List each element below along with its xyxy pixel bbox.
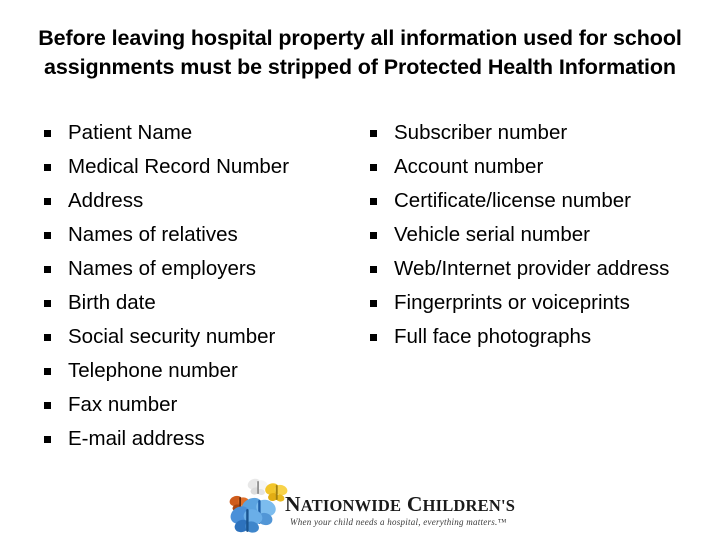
square-bullet-icon	[368, 218, 394, 252]
logo-wordmark-ationwide: ATIONWIDE	[300, 496, 402, 515]
list-item-label: Medical Record Number	[68, 155, 290, 178]
list-item-label: Certificate/license number	[394, 189, 631, 212]
list-item: Certificate/license number	[368, 184, 680, 218]
list-item-label: Social security number	[68, 325, 276, 348]
list-item: Account number	[368, 150, 680, 184]
list-item-label: Names of employers	[68, 257, 256, 280]
list-item: Social security number	[42, 320, 350, 354]
right-column: Subscriber number Account number Certifi…	[350, 116, 680, 354]
square-bullet-icon	[42, 320, 68, 354]
square-bullet-icon	[368, 150, 394, 184]
square-bullet-icon	[368, 320, 394, 354]
square-bullet-icon	[42, 388, 68, 422]
logo-wordmark: NATIONWIDE CHILDREN'S	[285, 492, 515, 517]
square-bullet-icon	[42, 252, 68, 286]
left-column: Patient Name Medical Record Number Addre…	[0, 116, 350, 456]
list-item-label: Fingerprints or voiceprints	[394, 291, 630, 314]
list-item: Birth date	[42, 286, 350, 320]
square-bullet-icon	[42, 184, 68, 218]
square-bullet-icon	[42, 218, 68, 252]
square-bullet-icon	[368, 184, 394, 218]
list-item: Fax number	[42, 388, 350, 422]
square-bullet-icon	[368, 286, 394, 320]
list-item: Address	[42, 184, 350, 218]
list-item-label: Address	[68, 189, 144, 212]
list-item-label: Account number	[394, 155, 544, 178]
list-item: Fingerprints or voiceprints	[368, 286, 680, 320]
list-item: E-mail address	[42, 422, 350, 456]
list-item-label: Fax number	[68, 393, 178, 416]
square-bullet-icon	[368, 252, 394, 286]
square-bullet-icon	[42, 286, 68, 320]
list-item-label: Telephone number	[68, 359, 238, 382]
list-item: Names of relatives	[42, 218, 350, 252]
logo-wordmark-c: C	[406, 492, 423, 516]
list-item-label: Subscriber number	[394, 121, 568, 144]
list-item-label: Names of relatives	[68, 223, 238, 246]
square-bullet-icon	[368, 116, 394, 150]
square-bullet-icon	[42, 354, 68, 388]
list-item: Telephone number	[42, 354, 350, 388]
list-item: Subscriber number	[368, 116, 680, 150]
page-title: Before leaving hospital property all inf…	[38, 26, 682, 79]
list-item-label: Birth date	[68, 291, 156, 314]
list-item-label: E-mail address	[68, 427, 205, 450]
square-bullet-icon	[42, 422, 68, 456]
logo-wordmark-hildrens: HILDREN'S	[422, 496, 516, 515]
list-item: Medical Record Number	[42, 150, 350, 184]
list-item-label: Vehicle serial number	[394, 223, 590, 246]
list-item-label: Web/Internet provider address	[394, 257, 670, 280]
slide: Before leaving hospital property all inf…	[0, 0, 720, 540]
list-item-label: Full face photographs	[394, 325, 592, 348]
content-columns: Patient Name Medical Record Number Addre…	[0, 116, 720, 456]
list-item: Vehicle serial number	[368, 218, 680, 252]
square-bullet-icon	[42, 150, 68, 184]
logo-wordmark-n: N	[285, 492, 301, 516]
list-item-label: Patient Name	[68, 121, 193, 144]
list-item: Full face photographs	[368, 320, 680, 354]
logo-tagline: When your child needs a hospital, everyt…	[290, 517, 507, 527]
list-item: Names of employers	[42, 252, 350, 286]
list-item: Patient Name	[42, 116, 350, 150]
list-item: Web/Internet provider address	[368, 252, 680, 286]
square-bullet-icon	[42, 116, 68, 150]
nationwide-childrens-logo: NATIONWIDE CHILDREN'S When your child ne…	[228, 477, 515, 535]
